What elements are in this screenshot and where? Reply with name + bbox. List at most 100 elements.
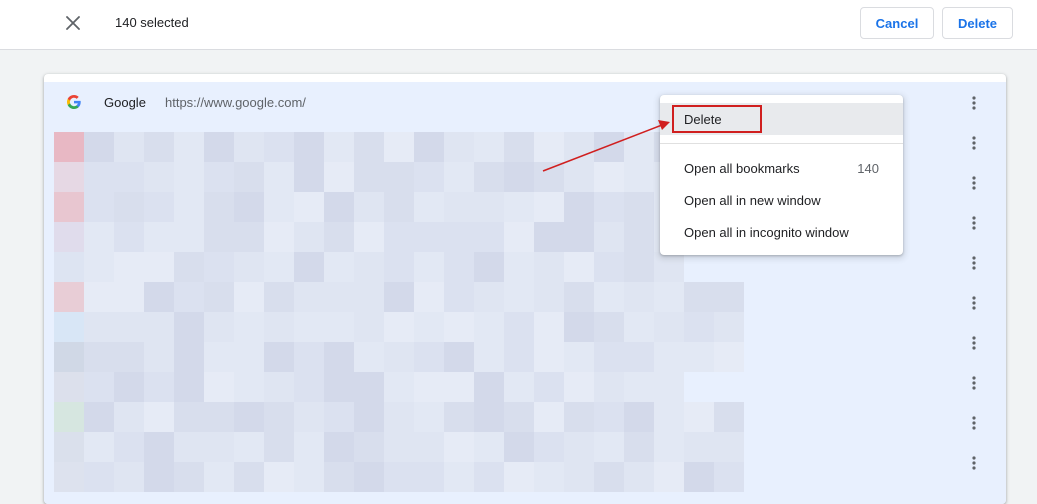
pixelated-block xyxy=(684,312,714,342)
pixelated-block xyxy=(714,462,744,492)
pixelated-block xyxy=(144,372,174,402)
selected-count: 140 selected xyxy=(115,15,189,30)
pixelated-block xyxy=(54,162,84,192)
pixelated-block xyxy=(264,312,294,342)
more-vert-icon xyxy=(972,376,976,390)
pixelated-block xyxy=(594,222,624,252)
pixelated-block xyxy=(654,402,684,432)
pixelated-block xyxy=(84,282,114,312)
pixelated-block xyxy=(234,252,264,282)
pixelated-block xyxy=(474,162,504,192)
close-selection-button[interactable] xyxy=(60,10,86,36)
menu-item-delete[interactable]: Delete xyxy=(660,103,903,135)
pixelated-block xyxy=(114,192,144,222)
pixelated-block xyxy=(144,312,174,342)
pixelated-block xyxy=(324,342,354,372)
pixelated-block xyxy=(354,342,384,372)
pixelated-block xyxy=(204,252,234,282)
pixelated-block xyxy=(504,312,534,342)
pixelated-block xyxy=(414,282,444,312)
pixelated-block xyxy=(264,372,294,402)
pixelated-block xyxy=(114,222,144,252)
more-actions-button[interactable] xyxy=(964,131,984,155)
more-actions-button[interactable] xyxy=(964,371,984,395)
pixelated-block xyxy=(624,342,654,372)
pixelated-block xyxy=(114,312,144,342)
pixelated-block xyxy=(294,312,324,342)
more-actions-button[interactable] xyxy=(964,171,984,195)
more-actions-button[interactable] xyxy=(964,91,984,115)
pixelated-block xyxy=(414,132,444,162)
bookmark-title: Google xyxy=(104,95,146,110)
pixelated-block xyxy=(624,402,654,432)
pixelated-block xyxy=(474,222,504,252)
pixelated-block xyxy=(564,222,594,252)
pixelated-block xyxy=(234,342,264,372)
pixelated-block xyxy=(354,312,384,342)
pixelated-block xyxy=(294,132,324,162)
more-actions-button[interactable] xyxy=(964,331,984,355)
close-icon xyxy=(66,16,80,30)
pixelated-block xyxy=(444,162,474,192)
pixelated-block xyxy=(624,312,654,342)
more-actions-button[interactable] xyxy=(964,411,984,435)
menu-item-label: Open all in new window xyxy=(684,192,821,208)
pixelated-block xyxy=(144,192,174,222)
pixelated-block xyxy=(354,162,384,192)
pixelated-block xyxy=(84,312,114,342)
pixelated-block xyxy=(324,222,354,252)
menu-item-open-all-new-window[interactable]: Open all in new window xyxy=(660,184,903,216)
pixelated-block xyxy=(504,252,534,282)
pixelated-block xyxy=(534,462,564,492)
pixelated-block xyxy=(594,432,624,462)
menu-item-open-all-incognito[interactable]: Open all in incognito window xyxy=(660,216,903,248)
pixelated-block xyxy=(84,462,114,492)
pixelated-block xyxy=(414,162,444,192)
pixelated-block xyxy=(414,252,444,282)
menu-item-open-all-bookmarks[interactable]: Open all bookmarks 140 xyxy=(660,152,903,184)
pixelated-block xyxy=(624,432,654,462)
more-actions-button[interactable] xyxy=(964,251,984,275)
pixelated-block xyxy=(594,372,624,402)
delete-button[interactable]: Delete xyxy=(942,7,1013,39)
pixelated-block xyxy=(504,372,534,402)
pixelated-block xyxy=(414,192,444,222)
pixelated-block xyxy=(624,132,654,162)
pixelated-block xyxy=(564,402,594,432)
pixelated-block xyxy=(624,162,654,192)
cancel-button[interactable]: Cancel xyxy=(860,7,934,39)
pixelated-block xyxy=(384,372,414,402)
pixelated-block xyxy=(384,132,414,162)
pixelated-block xyxy=(264,462,294,492)
pixelated-block xyxy=(144,282,174,312)
pixelated-block xyxy=(414,312,444,342)
more-actions-button[interactable] xyxy=(964,291,984,315)
pixelated-block xyxy=(564,282,594,312)
more-vert-icon xyxy=(972,216,976,230)
pixelated-block xyxy=(564,342,594,372)
pixelated-block xyxy=(444,192,474,222)
more-actions-button[interactable] xyxy=(964,211,984,235)
pixelated-block xyxy=(354,402,384,432)
pixelated-block xyxy=(84,252,114,282)
more-vert-icon xyxy=(972,96,976,110)
pixelated-block xyxy=(384,402,414,432)
more-actions-button[interactable] xyxy=(964,451,984,475)
pixelated-block xyxy=(474,462,504,492)
pixelated-block xyxy=(294,402,324,432)
pixelated-block xyxy=(504,462,534,492)
menu-item-label: Open all bookmarks xyxy=(684,160,800,176)
pixelated-block xyxy=(654,372,684,402)
pixelated-block xyxy=(354,222,384,252)
pixelated-block xyxy=(234,162,264,192)
pixelated-block xyxy=(84,342,114,372)
more-vert-icon xyxy=(972,416,976,430)
pixelated-block xyxy=(504,402,534,432)
pixelated-block xyxy=(714,282,744,312)
pixelated-block xyxy=(264,162,294,192)
pixelated-block xyxy=(144,132,174,162)
pixelated-block xyxy=(534,342,564,372)
pixelated-block xyxy=(324,462,354,492)
pixelated-block xyxy=(354,462,384,492)
pixelated-block xyxy=(264,432,294,462)
